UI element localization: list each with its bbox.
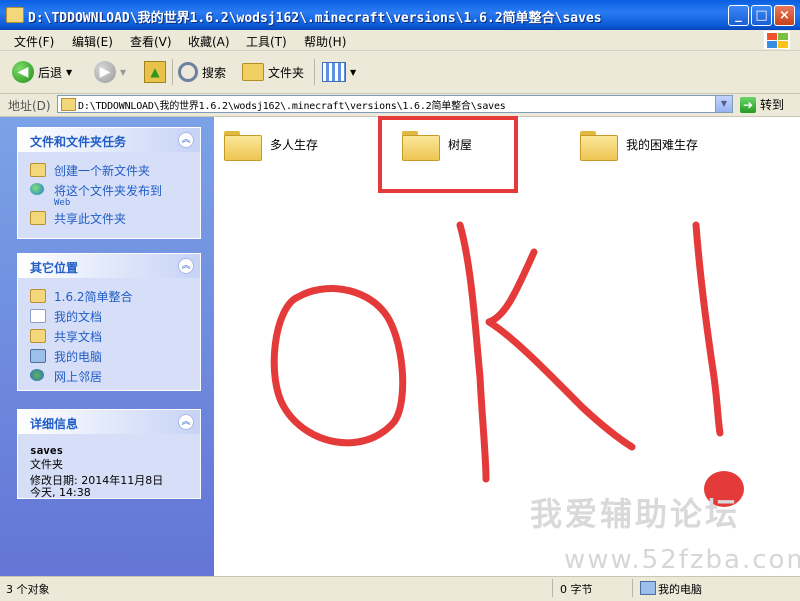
network-icon [30,369,44,381]
window-title: D:\TDDOWNLOAD\我的世界1.6.2\wodsj162\.minecr… [28,11,602,26]
toolbar-separator [314,59,315,85]
menu-view[interactable]: 查看(V) [130,33,172,50]
back-arrow-icon: ◀ [12,61,34,83]
explorer-window: D:\TDDOWNLOAD\我的世界1.6.2\wodsj162\.minecr… [0,0,800,601]
ok-letter-o [270,285,407,447]
status-location: 我的电脑 [658,583,702,596]
watermark-title: 我爱辅助论坛 [530,495,741,533]
go-arrow-icon: ➔ [740,96,756,113]
task-pane: 文件和文件夹任务 ︽ 创建一个新文件夹 将这个文件夹发布到 Web 共享此文件夹… [0,117,214,576]
computer-icon [30,349,46,363]
panel-title: 文件和文件夹任务 [30,135,127,149]
menu-favorites[interactable]: 收藏(A) [188,33,230,50]
detail-type: 文件夹 [30,458,63,471]
menu-edit[interactable]: 编辑(E) [72,33,113,50]
back-button[interactable]: ◀ 后退 ▼ [12,59,72,85]
status-separator [632,579,633,597]
address-dropdown-button[interactable]: ▼ [715,96,732,112]
file-list-pane[interactable]: 多人生存 树屋 我的困难生存 我爱辅助论坛 www.52fzba.com [214,116,800,576]
shared-folder-icon [30,329,46,343]
forward-arrow-icon: ▶ [94,61,116,83]
search-icon [178,62,198,82]
menu-tools[interactable]: 工具(T) [246,33,287,50]
collapse-icon[interactable]: ︽ [178,258,194,274]
folder-icon [30,289,46,303]
chevron-down-icon: ▼ [66,67,73,77]
computer-icon [640,581,656,595]
address-bar: 地址(D) D:\TDDOWNLOAD\我的世界1.6.2\wodsj162\.… [0,94,800,117]
globe-icon [30,183,44,195]
search-label: 搜索 [202,65,227,80]
panel-file-tasks: 文件和文件夹任务 ︽ 创建一个新文件夹 将这个文件夹发布到 Web 共享此文件夹 [17,127,201,239]
status-object-count: 3 个对象 [6,583,50,596]
title-bar[interactable]: D:\TDDOWNLOAD\我的世界1.6.2\wodsj162\.minecr… [0,0,800,30]
folder-icon [61,98,76,111]
status-size: 0 字节 [560,583,593,596]
folder-icon [6,7,24,23]
menu-file[interactable]: 文件(F) [14,33,54,50]
panel-header[interactable]: 详细信息 ︽ [18,410,200,434]
search-button[interactable]: 搜索 [178,59,226,85]
panel-title: 其它位置 [30,261,79,275]
exclamation-stroke [692,221,724,437]
windows-logo-icon [764,31,790,49]
folders-icon [242,63,264,81]
go-label: 转到 [760,98,785,112]
close-button[interactable]: × [774,5,795,26]
share-folder-icon [30,211,46,225]
toolbar-separator [172,59,173,85]
maximize-button[interactable]: □ [751,5,772,26]
collapse-icon[interactable]: ︽ [178,132,194,148]
up-button[interactable]: ▲ [144,59,166,85]
panel-details: 详细信息 ︽ saves 文件夹 修改日期: 2014年11月8日 今天, 14… [17,409,201,499]
collapse-icon[interactable]: ︽ [178,414,194,430]
watermark-url: www.52fzba.com [564,545,800,575]
back-label: 后退 [38,65,63,80]
panel-title: 详细信息 [30,417,79,431]
go-button[interactable]: ➔ 转到 [740,96,784,113]
documents-icon [30,309,46,323]
panel-other-places: 其它位置 ︽ 1.6.2简单整合 我的文档 共享文档 我的电脑 网上邻居 [17,253,201,391]
folders-button[interactable]: 文件夹 [242,59,304,85]
menu-bar: 文件(F) 编辑(E) 查看(V) 收藏(A) 工具(T) 帮助(H) [0,30,800,51]
address-input[interactable]: D:\TDDOWNLOAD\我的世界1.6.2\wodsj162\.minecr… [57,95,733,113]
detail-time: 今天, 14:38 [30,486,91,499]
chevron-down-icon: ▼ [350,67,357,77]
folder-up-icon: ▲ [144,61,166,83]
toolbar: ◀ 后退 ▼ ▶ ▼ ▲ 搜索 文件夹 ▼ [0,51,800,94]
menu-help[interactable]: 帮助(H) [304,33,346,50]
folders-label: 文件夹 [268,65,305,80]
task-publish-web-suffix[interactable]: Web [54,198,70,208]
address-label: 地址(D) [8,99,51,113]
views-button[interactable]: ▼ [322,59,356,85]
minimize-button[interactable]: _ [728,5,749,26]
panel-header[interactable]: 其它位置 ︽ [18,254,200,278]
chevron-down-icon: ▼ [120,67,127,77]
status-separator [552,579,553,597]
panel-header[interactable]: 文件和文件夹任务 ︽ [18,128,200,152]
ok-letter-k-stem [456,221,490,483]
forward-button[interactable]: ▶ ▼ [94,59,126,85]
new-folder-icon [30,163,46,177]
address-value: D:\TDDOWNLOAD\我的世界1.6.2\wodsj162\.minecr… [78,101,506,112]
ok-letter-k-arms [485,248,636,451]
views-icon [322,62,346,82]
status-bar: 3 个对象 0 字节 我的电脑 [0,576,800,601]
